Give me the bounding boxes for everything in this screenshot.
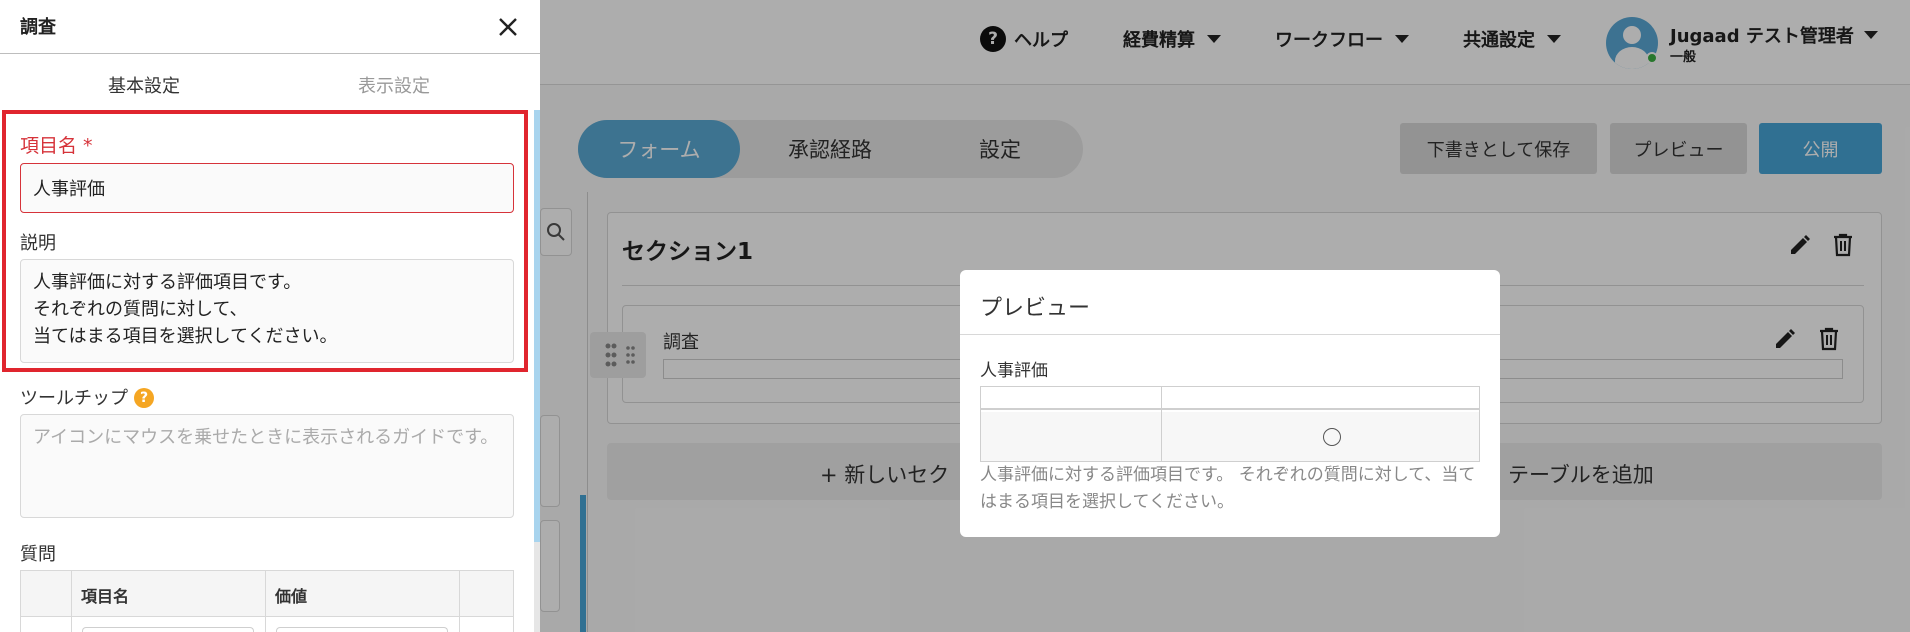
preview-table [980,386,1480,462]
close-icon [499,18,517,36]
table-header-row [981,387,1479,410]
col-item-name: 項目名 [81,587,130,606]
table-column-divider [1161,387,1162,461]
tooltip-label-row: ツールチップ? [20,384,154,410]
col-value: 価値 [275,587,308,606]
drawer-divider [0,53,540,54]
table-row [981,412,1479,461]
tab-basic-settings[interactable]: 基本設定 [108,72,180,98]
question-value-input[interactable] [276,627,448,632]
tooltip-label: ツールチップ [20,388,128,409]
dialog-field-name: 人事評価 [980,361,1048,381]
close-button[interactable] [493,12,523,42]
questions-label: 質問 [20,544,56,565]
questions-table: 項目名 価値 [20,570,514,632]
tab-display-settings[interactable]: 表示設定 [358,72,430,98]
item-name-input[interactable] [20,163,514,213]
question-name-input[interactable] [82,627,254,632]
help-icon[interactable]: ? [134,388,154,408]
settings-drawer: 調査 基本設定 表示設定 項目名 * 説明 人事評価に対する評価項目です。 それ… [0,0,540,632]
preview-dialog: プレビュー 人事評価 人事評価に対する評価項目です。 それぞれの質問に対して、当… [960,270,1500,537]
description-label: 説明 [20,233,56,254]
dialog-title: プレビュー [980,296,1091,321]
description-textarea[interactable]: 人事評価に対する評価項目です。 それぞれの質問に対して、 当てはまる項目を選択し… [20,259,514,363]
tooltip-textarea[interactable]: アイコンにマウスを乗せたときに表示されるガイドです。 [20,414,514,518]
radio-option[interactable] [1323,428,1341,446]
scrollbar-thumb[interactable] [534,110,540,542]
dialog-description: 人事評価に対する評価項目です。 それぞれの質問に対して、当てはまる項目を選択して… [980,465,1476,512]
item-name-label: 項目名 * [20,135,93,157]
dialog-divider [960,334,1500,335]
drawer-title: 調査 [20,17,56,38]
